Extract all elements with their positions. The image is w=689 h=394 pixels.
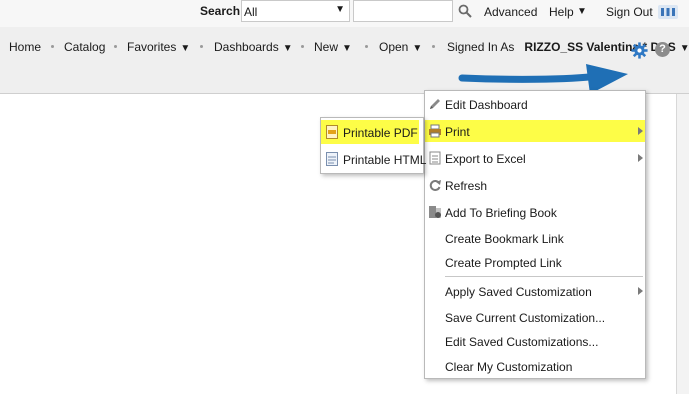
nav-home[interactable]: Home	[9, 40, 41, 54]
chevron-down-icon: ▼	[412, 43, 423, 54]
submenu-item-printable-pdf[interactable]: Printable PDF	[321, 120, 419, 144]
nav-separator	[432, 45, 435, 48]
search-icon[interactable]	[458, 4, 472, 18]
nav-separator	[301, 45, 304, 48]
printer-icon	[429, 124, 441, 138]
advanced-link[interactable]: Advanced	[484, 5, 537, 19]
menu-item-create-bookmark-link[interactable]: Create Bookmark Link	[425, 227, 645, 249]
menu-item-label: Clear My Customization	[445, 360, 573, 374]
menu-item-label: Edit Dashboard	[445, 98, 528, 112]
menu-item-refresh[interactable]: Refresh	[425, 174, 645, 196]
page-options-menu: Edit Dashboard Print Export to Excel Ref…	[424, 90, 646, 379]
menu-item-edit-saved-customizations[interactable]: Edit Saved Customizations...	[425, 330, 645, 352]
submenu-item-printable-html[interactable]: Printable HTML	[321, 147, 427, 171]
menu-item-apply-saved-customization[interactable]: Apply Saved Customization	[425, 280, 645, 302]
menu-item-create-prompted-link[interactable]: Create Prompted Link	[425, 251, 645, 273]
menu-item-add-to-briefing-book[interactable]: Add To Briefing Book	[425, 201, 645, 223]
chevron-down-icon: ▼	[342, 43, 352, 54]
nav-dashboards[interactable]: Dashboards ▼	[214, 40, 293, 54]
chevron-down-icon: ▼	[679, 43, 689, 54]
refresh-icon	[429, 180, 441, 191]
menu-item-save-current-customization[interactable]: Save Current Customization...	[425, 306, 645, 328]
scrollbar[interactable]	[676, 94, 689, 394]
nav-catalog[interactable]: Catalog	[64, 40, 105, 54]
nav-separator	[365, 45, 368, 48]
menu-item-export-to-excel[interactable]: Export to Excel	[425, 147, 645, 169]
menu-item-edit-dashboard[interactable]: Edit Dashboard	[425, 93, 645, 115]
html-icon	[326, 152, 338, 166]
menu-item-label: Apply Saved Customization	[445, 285, 592, 299]
top-bar: Search All ▼ Advanced Help ▼ Sign Out	[0, 0, 689, 27]
briefing-book-icon	[429, 206, 441, 218]
menu-item-label: Save Current Customization...	[445, 311, 606, 325]
menu-item-label: Refresh	[445, 179, 488, 193]
nav-separator	[114, 45, 117, 48]
nav-open[interactable]: Open ▼	[379, 40, 422, 54]
question-help-icon[interactable]: ?	[655, 42, 670, 57]
nav-new[interactable]: New ▼	[314, 40, 352, 54]
chevron-down-icon: ▼	[180, 43, 191, 54]
nav-separator	[51, 45, 54, 48]
submenu-item-label: Printable PDF	[343, 126, 418, 140]
nav-separator	[200, 45, 203, 48]
gear-icon[interactable]	[631, 42, 648, 59]
nav-user-menu[interactable]: Signed In As RIZZO_SS Valentina * DAS ▼	[447, 40, 689, 54]
chevron-down-icon: ▼	[335, 4, 345, 15]
menu-item-label: Print	[445, 125, 470, 139]
menu-item-label: Create Bookmark Link	[445, 232, 564, 246]
menu-item-label: Edit Saved Customizations...	[445, 335, 599, 349]
nav-dashboards-label: Dashboards	[214, 40, 279, 54]
search-scope-select[interactable]: All ▼	[241, 0, 350, 22]
submenu-item-label: Printable HTML	[343, 153, 427, 167]
submenu-arrow-icon	[638, 287, 643, 295]
menu-separator	[445, 276, 643, 277]
signed-in-as-label: Signed In As	[447, 40, 515, 54]
nav-new-label: New	[314, 40, 339, 54]
excel-icon	[429, 151, 441, 165]
nav-open-label: Open	[379, 40, 409, 54]
user-name: RIZZO_SS Valentina * DAS	[524, 40, 676, 54]
menu-item-clear-my-customization[interactable]: Clear My Customization	[425, 355, 645, 377]
pencil-icon	[430, 99, 440, 109]
menu-item-label: Create Prompted Link	[445, 256, 562, 270]
menu-item-label: Export to Excel	[445, 152, 526, 166]
search-label: Search	[200, 4, 241, 18]
nav-favorites-label: Favorites	[127, 40, 177, 54]
print-submenu: Printable PDF Printable HTML	[320, 117, 427, 174]
submenu-arrow-icon	[638, 154, 643, 162]
nav-favorites[interactable]: Favorites ▼	[127, 40, 190, 54]
pdf-icon	[326, 125, 338, 139]
chevron-down-icon: ▼	[577, 6, 587, 17]
chevron-down-icon: ▼	[282, 43, 293, 54]
menu-item-print[interactable]: Print	[425, 120, 645, 142]
apps-grid-icon[interactable]	[658, 5, 678, 19]
sign-out-link[interactable]: Sign Out	[606, 5, 653, 19]
menu-item-label: Add To Briefing Book	[445, 206, 557, 220]
search-input[interactable]	[353, 0, 453, 22]
submenu-arrow-icon	[638, 127, 643, 135]
help-menu[interactable]: Help	[549, 5, 574, 19]
search-scope-value: All	[244, 5, 258, 19]
